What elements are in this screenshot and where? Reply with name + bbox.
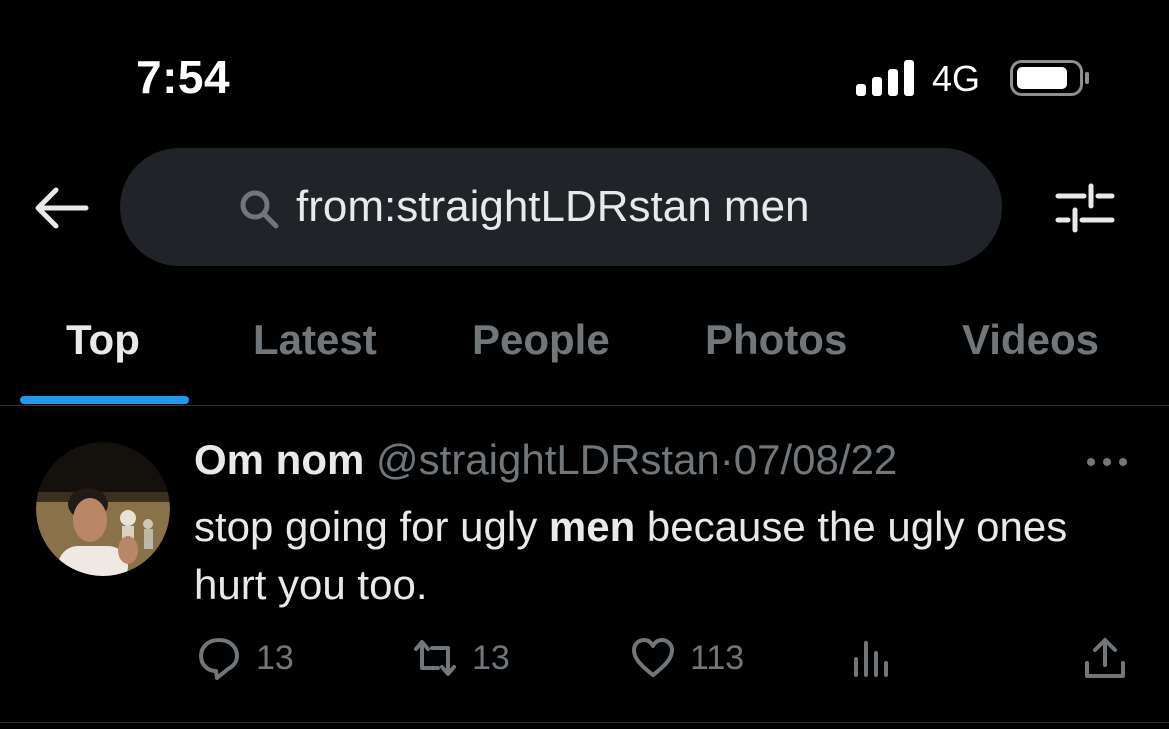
share-button[interactable]	[1082, 636, 1142, 680]
tabs-divider	[0, 405, 1169, 406]
reply-count: 13	[256, 638, 294, 677]
share-icon	[1085, 638, 1125, 678]
tweet-text: stop going for ugly men because the ugly…	[194, 498, 1144, 614]
reply-icon	[199, 638, 239, 680]
tweet-text-start: stop going for ugly	[194, 503, 549, 550]
network-type: 4G	[932, 58, 981, 99]
more-dots-icon[interactable]	[1084, 454, 1130, 470]
tab-top[interactable]: Top	[66, 316, 140, 364]
retweet-count: 13	[472, 638, 510, 677]
tab-photos[interactable]: Photos	[705, 316, 847, 364]
like-button[interactable]: 113	[630, 636, 744, 680]
avatar[interactable]	[36, 442, 170, 576]
views-icon	[854, 641, 888, 677]
status-time: 7:54	[136, 51, 231, 103]
highlighted-term: men	[548, 503, 636, 550]
tweet-date[interactable]: 07/08/22	[734, 436, 898, 483]
retweet-icon	[414, 640, 456, 676]
separator-dot: ·	[719, 436, 734, 483]
like-count: 113	[690, 638, 745, 677]
tab-videos[interactable]: Videos	[962, 316, 1099, 364]
tweet-divider	[0, 722, 1169, 723]
tab-people[interactable]: People	[472, 316, 610, 364]
search-icon	[240, 190, 279, 229]
search-query[interactable]: from:straightLDRstan men	[296, 182, 810, 232]
tab-latest[interactable]: Latest	[253, 316, 377, 364]
tweet-header: Om nom @straightLDRstan·07/08/22	[194, 436, 897, 484]
battery-icon	[1010, 60, 1089, 96]
retweet-button[interactable]: 13	[412, 636, 510, 680]
back-arrow-icon[interactable]	[30, 184, 90, 232]
views-button[interactable]	[850, 636, 910, 680]
user-handle[interactable]: @straightLDRstan	[376, 436, 720, 483]
filter-sliders-icon[interactable]	[1054, 180, 1116, 236]
active-tab-indicator	[20, 396, 189, 404]
display-name[interactable]: Om nom	[194, 436, 364, 483]
like-icon	[632, 638, 674, 677]
signal-icon	[856, 60, 914, 96]
reply-button[interactable]: 13	[196, 636, 294, 680]
